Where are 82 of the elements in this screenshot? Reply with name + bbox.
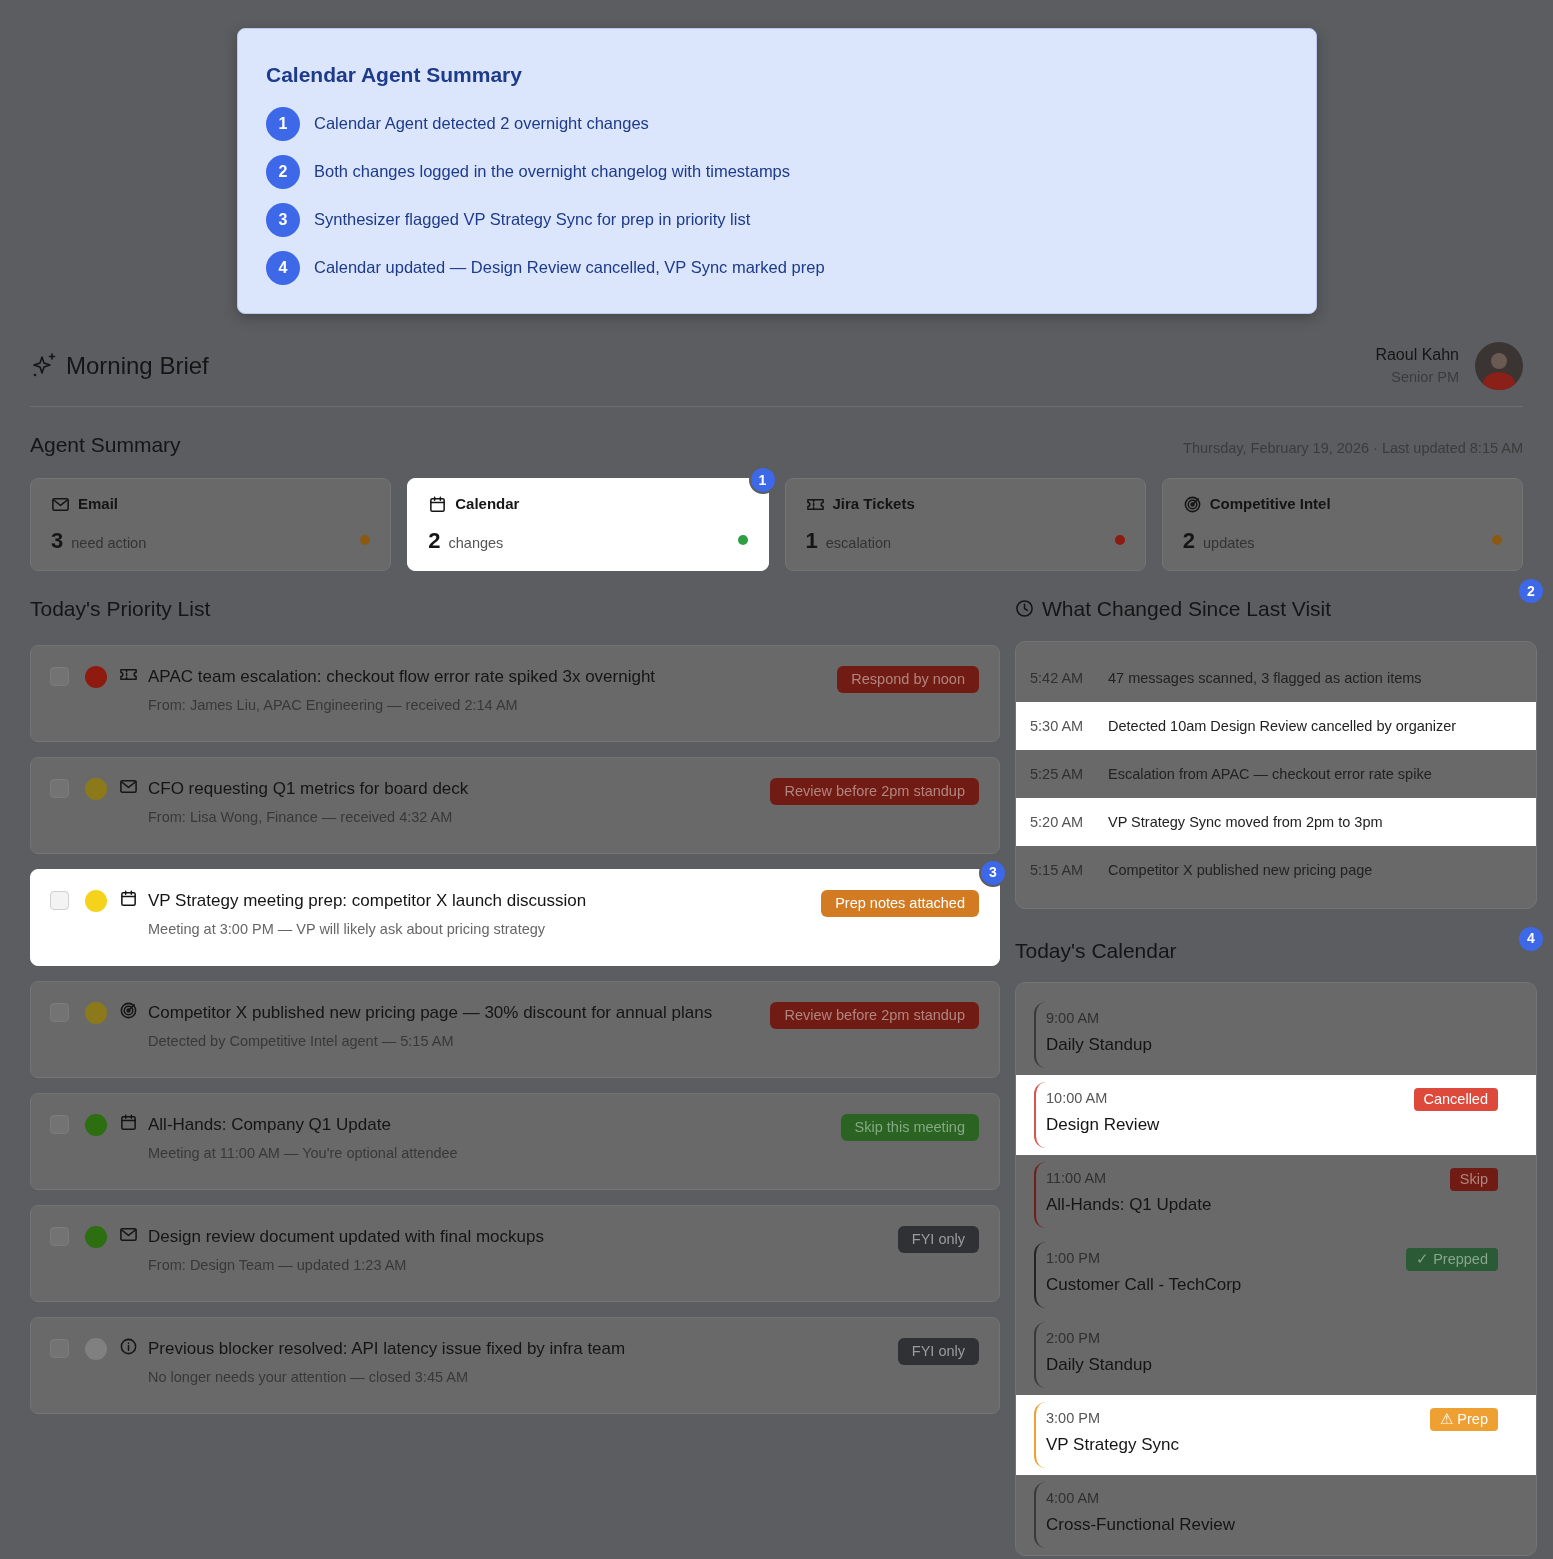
clock-icon	[1015, 599, 1034, 619]
agent-card[interactable]: Competitive Intel 2 updates	[1161, 478, 1523, 571]
step-number: 1	[266, 106, 300, 141]
event-time: 1:00 PM	[1046, 1249, 1101, 1268]
event-title: Daily Standup	[1046, 1033, 1152, 1056]
radar-icon	[1182, 494, 1202, 514]
calendar-icon	[119, 888, 138, 908]
action-tag: Skip this meeting	[840, 1113, 979, 1141]
card-label: Jira Tickets	[832, 494, 915, 514]
card-label: Calendar	[455, 494, 520, 514]
action-tag: FYI only	[897, 1225, 979, 1253]
event-time: 9:00 AM	[1046, 1009, 1101, 1028]
change-text: VP Strategy Sync moved from 2pm to 3pm	[1108, 812, 1383, 832]
event-title: Customer Call - TechCorp	[1046, 1273, 1242, 1296]
event-time: 3:00 PM	[1046, 1409, 1101, 1428]
item-title: Previous blocker resolved: API latency issue fixed by infra team	[148, 1337, 627, 1360]
popover-title: Calendar Agent Summary	[266, 62, 523, 88]
event-title: Design Review	[1046, 1113, 1160, 1136]
step-number: 4	[266, 250, 300, 285]
change-time: 5:42 AM	[1030, 668, 1085, 688]
card-label: Email	[78, 494, 119, 514]
event-tag: ✓ Prepped	[1406, 1248, 1498, 1271]
section-title: Agent Summary	[30, 431, 181, 458]
step-marker: 2	[1517, 577, 1545, 605]
step-marker: 3	[979, 858, 1007, 887]
step-number: 2	[266, 154, 300, 189]
agent-card[interactable]: Jira Tickets 1 escalation	[784, 478, 1146, 571]
action-tag: Respond by noon	[837, 665, 979, 693]
event-title: All-Hands: Q1 Update	[1046, 1193, 1212, 1216]
card-label: Competitive Intel	[1209, 494, 1331, 514]
item-title: CFO requesting Q1 metrics for board deck	[148, 777, 470, 800]
event-title: VP Strategy Sync	[1046, 1433, 1179, 1456]
card-count: 2	[1182, 526, 1195, 555]
change-time: 5:25 AM	[1030, 764, 1085, 784]
section-title: Today's Priority List	[30, 596, 212, 622]
change-time: 5:30 AM	[1030, 716, 1085, 736]
action-tag: Prep notes attached	[821, 889, 979, 917]
event-title: Cross-Functional Review	[1046, 1513, 1235, 1536]
card-unit: changes	[448, 533, 504, 553]
calendar-icon	[119, 1112, 138, 1132]
change-text: Competitor X published new pricing page	[1108, 860, 1373, 880]
event-time: 11:00 AM	[1046, 1169, 1108, 1188]
change-text: 47 messages scanned, 3 flagged as action items	[1108, 668, 1422, 688]
calendar-icon	[428, 494, 448, 514]
item-title: All-Hands: Company Q1 Update	[148, 1113, 392, 1136]
event-title: Daily Standup	[1046, 1353, 1152, 1376]
user-name: Raoul Kahn	[1375, 344, 1459, 365]
action-tag: Review before 2pm standup	[770, 1001, 979, 1029]
step-text: Calendar Agent detected 2 overnight changes	[314, 113, 649, 135]
event-time: 2:00 PM	[1046, 1329, 1101, 1348]
event-time: 10:00 AM	[1046, 1089, 1109, 1108]
avatar	[1475, 341, 1523, 390]
radar-icon	[119, 1000, 138, 1020]
card-count: 2	[428, 526, 441, 555]
event-tag: Cancelled	[1413, 1088, 1498, 1111]
item-title: APAC team escalation: checkout flow error rate spiked 3x overnight	[148, 665, 657, 688]
step-marker: 1	[748, 466, 777, 494]
step-number: 3	[266, 202, 300, 237]
step-text: Both changes logged in the overnight changelog with timestamps	[314, 161, 791, 183]
change-time: 5:20 AM	[1030, 812, 1085, 832]
app-title: Morning Brief	[66, 350, 209, 381]
step-text: Calendar updated — Design Review cancelled, VP Sync marked prep	[314, 257, 825, 279]
item-title: Design review document updated with final mockups	[148, 1225, 545, 1248]
change-time: 5:15 AM	[1030, 860, 1085, 880]
item-title: Competitor X published new pricing page — 30% discount for annual plans	[148, 1001, 714, 1024]
card-unit: escalation	[825, 533, 892, 553]
step-text: Synthesizer flagged VP Strategy Sync for prep in priority list	[314, 209, 751, 231]
section-title: What Changed Since Last Visit	[1042, 596, 1332, 622]
event-tag: Skip	[1449, 1168, 1498, 1191]
item-detail: Meeting at 3:00 PM — VP will likely ask about pricing strategy	[148, 920, 547, 939]
item-title: VP Strategy meeting prep: competitor X launch discussion	[148, 889, 588, 912]
change-text: Detected 10am Design Review cancelled by organizer	[1108, 716, 1457, 736]
card-count: 1	[805, 526, 818, 555]
event-tag: ⚠ Prep	[1430, 1408, 1498, 1431]
card-unit: updates	[1203, 533, 1255, 553]
card-count: 3	[51, 526, 64, 555]
change-text: Escalation from APAC — checkout error rate spike	[1108, 764, 1432, 784]
event-time: 4:00 AM	[1046, 1489, 1101, 1508]
action-tag: Review before 2pm standup	[770, 777, 979, 805]
step-marker: 4	[1517, 924, 1545, 953]
info-icon	[119, 1336, 138, 1356]
action-tag: FYI only	[897, 1337, 979, 1365]
